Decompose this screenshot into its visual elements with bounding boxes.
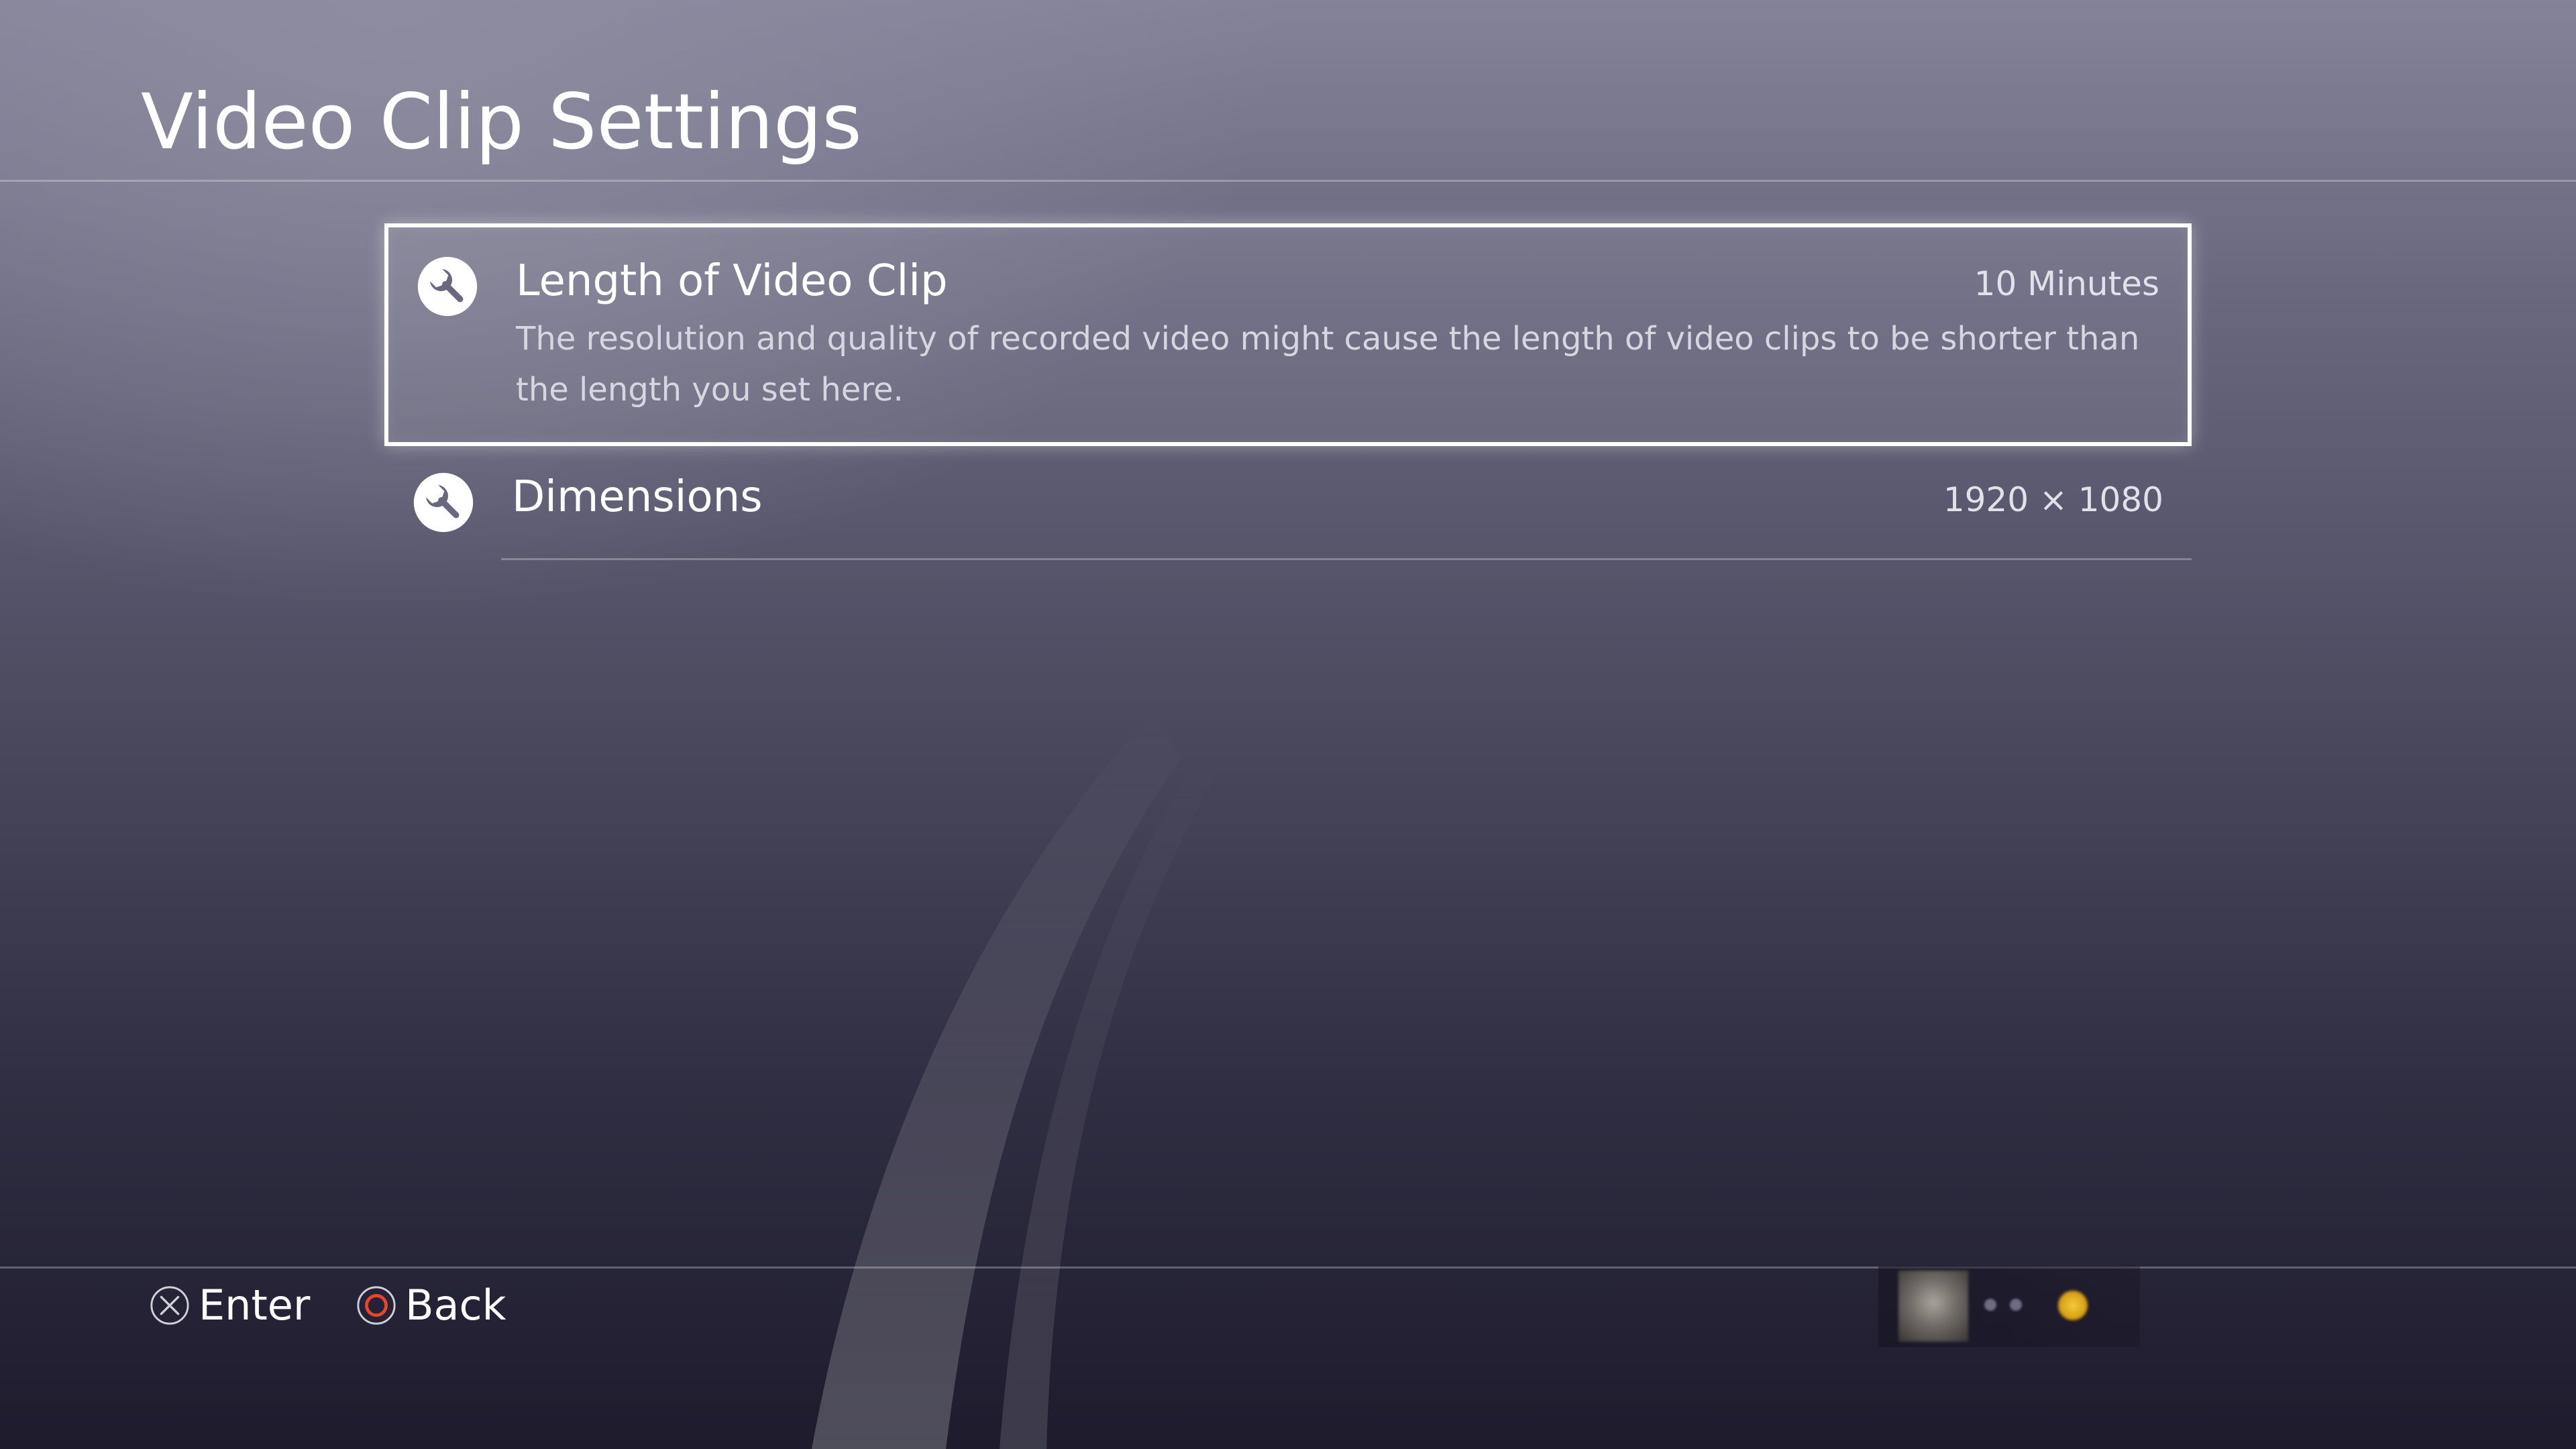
footer-divider bbox=[0, 1267, 2576, 1269]
setting-label: Dimensions bbox=[512, 472, 763, 522]
user-indicator-icon bbox=[1980, 1295, 2034, 1315]
back-label: Back bbox=[405, 1281, 506, 1330]
circle-button-icon bbox=[357, 1286, 396, 1325]
enter-label: Enter bbox=[199, 1281, 311, 1330]
setting-value: 1920 × 1080 bbox=[1943, 480, 2163, 519]
wrench-icon bbox=[413, 472, 474, 533]
background-swoosh bbox=[812, 711, 1214, 1449]
avatar bbox=[1898, 1271, 1968, 1342]
setting-length-of-video-clip[interactable]: Length of Video Clip 10 Minutes The reso… bbox=[384, 223, 2192, 446]
page-title: Video Clip Settings bbox=[141, 77, 862, 166]
setting-label: Length of Video Clip bbox=[516, 256, 948, 306]
setting-description: The resolution and quality of recorded v… bbox=[516, 320, 2140, 409]
wrench-icon bbox=[417, 256, 478, 317]
item-divider bbox=[501, 558, 2192, 560]
setting-value: 10 Minutes bbox=[1974, 264, 2159, 303]
online-status-icon bbox=[2058, 1291, 2088, 1320]
user-status-area bbox=[1878, 1267, 2140, 1347]
enter-hint[interactable]: Enter bbox=[149, 1279, 310, 1332]
header-divider bbox=[0, 180, 2576, 182]
back-hint[interactable]: Back bbox=[356, 1279, 506, 1332]
setting-dimensions[interactable]: Dimensions 1920 × 1080 bbox=[384, 446, 2192, 560]
settings-list: Length of Video Clip 10 Minutes The reso… bbox=[384, 223, 2192, 560]
cross-button-icon bbox=[150, 1286, 189, 1325]
